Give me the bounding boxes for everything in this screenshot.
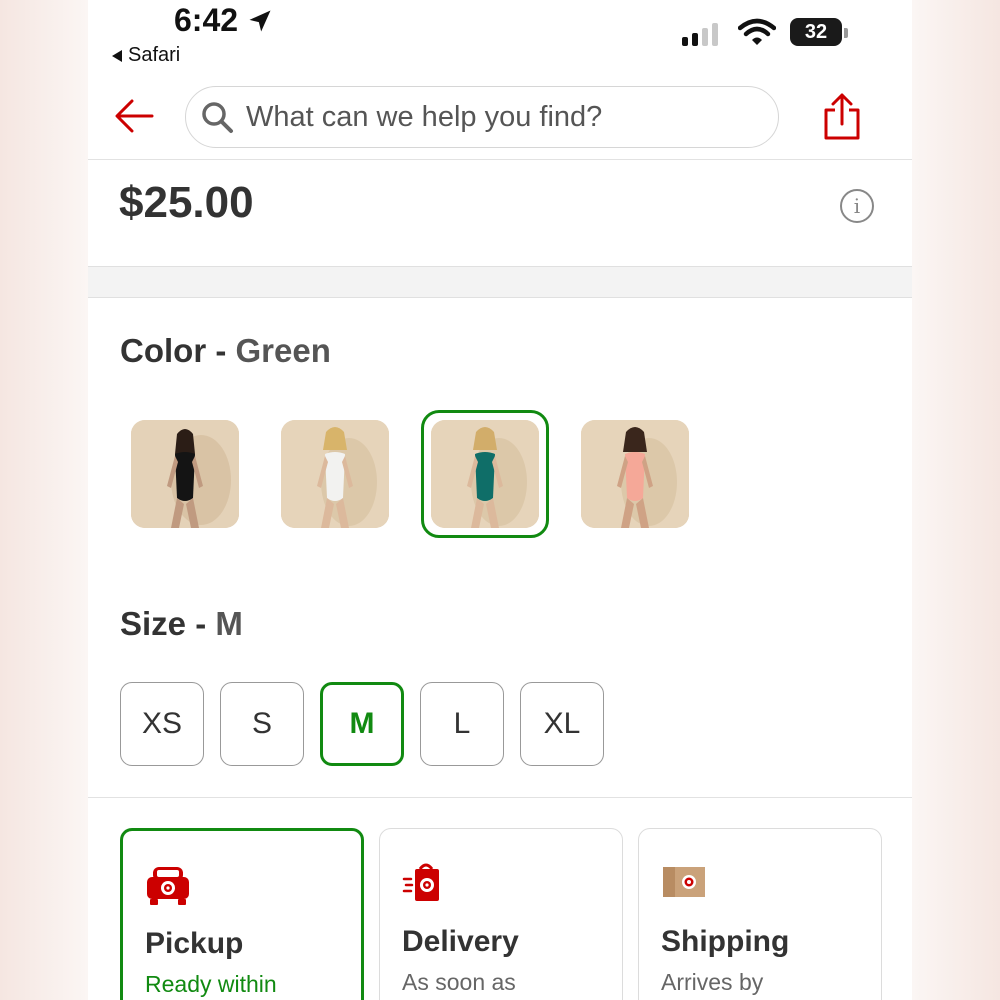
status-time: 6:42 xyxy=(174,2,274,39)
size-option-xl[interactable]: XL xyxy=(520,682,604,766)
size-option-xs[interactable]: XS xyxy=(120,682,204,766)
location-arrow-icon xyxy=(249,10,271,31)
fulfillment-shipping-card[interactable]: Shipping Arrives by xyxy=(638,828,882,1000)
shipping-box-icon xyxy=(663,867,705,897)
color-swatch-black[interactable] xyxy=(131,420,239,528)
shipping-title: Shipping xyxy=(661,925,790,958)
header-divider xyxy=(88,159,912,160)
color-swatch-pink[interactable] xyxy=(581,420,689,528)
battery-cap xyxy=(844,28,848,38)
delivery-bag-icon xyxy=(402,863,439,901)
size-selected-value: M xyxy=(215,605,243,642)
wifi-icon xyxy=(738,18,776,45)
info-icon[interactable]: i xyxy=(840,189,874,223)
shipping-subtitle: Arrives by xyxy=(661,969,764,995)
status-time-text: 6:42 xyxy=(174,2,239,38)
color-heading: Color - Green xyxy=(120,332,331,370)
battery-level: 32 xyxy=(804,20,828,43)
size-heading: Size - M xyxy=(120,605,243,643)
pickup-title: Pickup xyxy=(145,927,244,960)
cellular-signal-icon xyxy=(682,22,718,46)
color-label: Color xyxy=(120,332,207,369)
color-separator: - xyxy=(206,332,236,369)
search-input[interactable] xyxy=(246,100,746,134)
pickup-car-icon xyxy=(147,867,189,905)
color-selected-value: Green xyxy=(235,332,331,369)
size-separator: - xyxy=(186,605,216,642)
fulfillment-delivery-card[interactable]: Delivery As soon as xyxy=(379,828,623,1000)
color-swatch-white[interactable] xyxy=(281,420,389,528)
fulfillment-pickup-card[interactable]: Pickup Ready within xyxy=(120,828,364,1000)
color-selected-ring xyxy=(421,410,549,538)
swatch-pink-model-image xyxy=(581,420,689,528)
swatch-black-model-image xyxy=(131,420,239,528)
product-price: $25.00 xyxy=(119,178,254,227)
size-option-l[interactable]: L xyxy=(420,682,504,766)
background-left xyxy=(0,0,88,1000)
delivery-subtitle: As soon as xyxy=(402,969,516,995)
search-icon xyxy=(202,102,233,133)
search-bar[interactable] xyxy=(185,86,779,148)
battery-indicator: 32 xyxy=(790,18,842,46)
share-icon[interactable] xyxy=(822,92,862,140)
section-separator xyxy=(88,266,912,298)
size-option-m[interactable]: M xyxy=(320,682,404,766)
swatch-white-model-image xyxy=(281,420,389,528)
size-option-s[interactable]: S xyxy=(220,682,304,766)
phone-screen: 6:42 Safari 32 $25.00 i Color - Green xyxy=(88,0,912,1000)
delivery-title: Delivery xyxy=(402,925,519,958)
size-divider xyxy=(88,797,912,798)
pickup-subtitle: Ready within xyxy=(145,971,277,997)
back-arrow-icon[interactable] xyxy=(112,96,156,136)
back-app-label: Safari xyxy=(128,44,181,66)
back-triangle-icon xyxy=(112,49,122,62)
back-to-safari[interactable]: Safari xyxy=(112,44,180,67)
background-right xyxy=(912,0,1000,1000)
size-label: Size xyxy=(120,605,187,642)
